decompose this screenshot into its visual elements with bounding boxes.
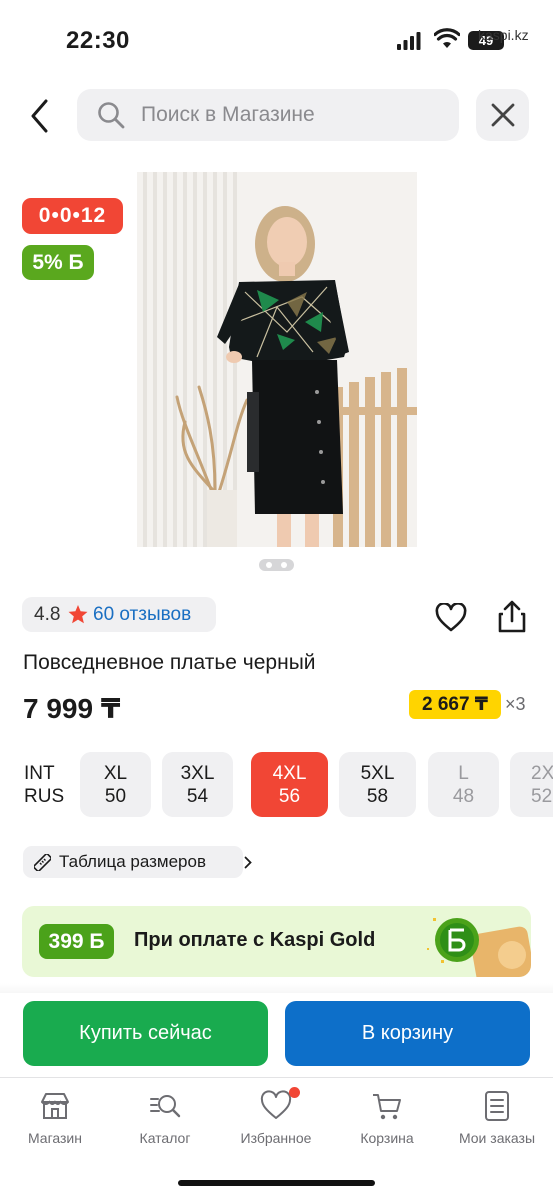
tab-shop[interactable]: Магазин — [0, 1090, 110, 1150]
size-option-l-unavailable[interactable]: L 48 — [428, 752, 499, 817]
catalog-search-icon — [150, 1095, 181, 1118]
orders-icon — [485, 1091, 509, 1121]
buy-now-button[interactable]: Купить сейчас — [23, 1001, 268, 1066]
size-rus: 56 — [278, 786, 301, 807]
search-input[interactable]: Поиск в Магазине — [77, 89, 459, 141]
size-int: L — [458, 763, 469, 784]
tab-favorites[interactable]: Избранное — [221, 1087, 331, 1150]
status-time: 22:30 — [66, 27, 130, 54]
home-indicator — [178, 1180, 375, 1186]
product-image[interactable] — [137, 172, 417, 547]
product-price: 7 999 ₸ — [23, 693, 121, 724]
size-option-5xl[interactable]: 5XL 58 — [339, 752, 416, 817]
product-photo — [137, 172, 417, 547]
cart-icon — [373, 1094, 401, 1120]
product-title: Повседневное платье черный — [23, 651, 316, 674]
size-rus: 54 — [186, 786, 209, 807]
wifi-icon — [434, 28, 460, 48]
add-to-cart-button[interactable]: В корзину — [285, 1001, 530, 1066]
size-option-4xl-selected[interactable]: 4XL 56 — [251, 752, 328, 817]
share-icon[interactable] — [496, 599, 528, 634]
size-rus: 50 — [104, 786, 127, 807]
reviews-count: 60 отзывов — [93, 604, 192, 625]
heart-icon — [260, 1090, 292, 1119]
size-option-2xl-unavailable[interactable]: 2XL 52 — [510, 752, 553, 817]
size-option-xl[interactable]: XL 50 — [80, 752, 151, 817]
size-int: XL — [103, 763, 128, 784]
tab-catalog[interactable]: Каталог — [110, 1090, 220, 1150]
star-icon — [68, 605, 88, 624]
gold-bonus-chip: 399 Б — [39, 924, 114, 959]
tab-label: Магазин — [27, 1130, 82, 1146]
size-int: 2XL — [531, 763, 553, 784]
rating-reviews-link[interactable]: 4.8 60 отзывов — [22, 597, 216, 632]
size-rus: 48 — [452, 786, 475, 807]
ruler-icon — [34, 854, 51, 871]
size-int: 5XL — [360, 763, 395, 784]
size-label-rus: RUS — [24, 786, 65, 807]
cellular-signal-icon — [397, 32, 421, 50]
size-system-labels: INT RUS — [24, 762, 64, 808]
tab-label: Каталог — [139, 1130, 191, 1146]
size-rus: 52 — [531, 786, 553, 807]
image-pagination-dots[interactable] — [259, 559, 294, 571]
size-rus: 58 — [366, 786, 389, 807]
installment-multiplier: ×3 — [505, 694, 526, 714]
back-arrow-icon[interactable] — [26, 98, 56, 134]
size-int: 3XL — [180, 763, 215, 784]
size-selector: XL 50 3XL 54 4XL 56 5XL 58 L 48 2XL 52 — [80, 752, 553, 817]
tab-label: Мои заказы — [458, 1130, 536, 1146]
kaspi-gold-banner[interactable]: 399 Б При оплате с Kaspi Gold — [22, 906, 531, 977]
search-placeholder: Поиск в Магазине — [141, 103, 315, 126]
search-icon — [98, 102, 125, 129]
gold-banner-text: При оплате с Kaspi Gold — [134, 929, 376, 951]
notification-dot — [289, 1087, 300, 1098]
tab-cart[interactable]: Корзина — [332, 1090, 442, 1150]
status-bar: 22:30 49 kaspi.kz — [0, 0, 553, 80]
bonus-badge: 5% Б — [22, 245, 94, 280]
tab-orders[interactable]: Мои заказы — [442, 1090, 552, 1150]
size-table-link[interactable]: Таблица размеров — [23, 846, 252, 878]
rating-value: 4.8 — [34, 604, 61, 625]
installment-price-badge[interactable]: 2 667 ₸ — [409, 690, 501, 719]
watermark: kaspi.kz — [478, 27, 529, 43]
close-button[interactable] — [476, 89, 529, 141]
favorite-heart-icon[interactable] — [435, 603, 467, 633]
close-icon — [491, 103, 515, 127]
divider — [0, 983, 553, 993]
installment-promo-badge: 0•0•12 — [22, 198, 123, 234]
tab-label: Избранное — [240, 1130, 312, 1146]
kaspi-gold-card-icon — [427, 918, 531, 977]
size-option-3xl[interactable]: 3XL 54 — [162, 752, 233, 817]
tab-label: Корзина — [360, 1130, 414, 1146]
shop-icon — [41, 1093, 69, 1119]
size-table-label: Таблица размеров — [59, 852, 206, 871]
size-int: 4XL — [272, 763, 307, 784]
chevron-right-icon — [244, 856, 252, 869]
size-label-int: INT — [24, 763, 55, 784]
